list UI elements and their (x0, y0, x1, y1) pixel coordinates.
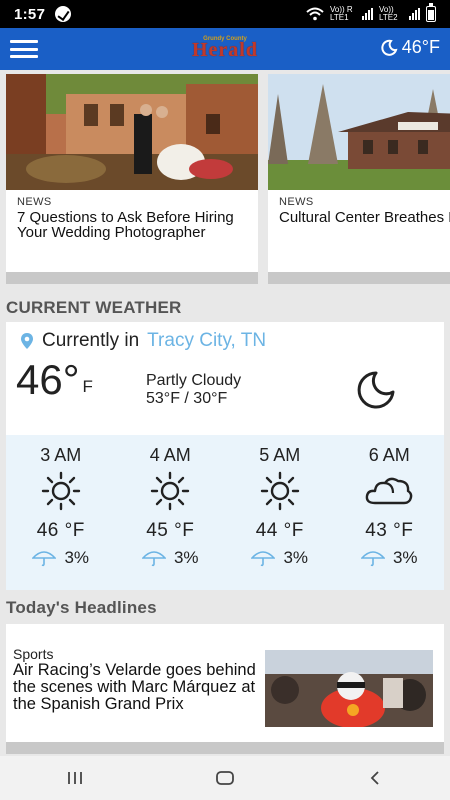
hour-precip-value: 3% (64, 548, 90, 567)
headline-category: Sports (13, 646, 54, 662)
sun-icon (116, 468, 226, 514)
hour-temp: 45 °F (146, 520, 195, 541)
carrier1-label: Vo)) R LTE1 (330, 5, 353, 22)
hour-precip: 3% (116, 548, 226, 568)
hourly-item: 5 AM 44 °F 3% (225, 435, 335, 590)
status-time: 1:57 (14, 5, 46, 23)
location-prefix: Currently in (42, 330, 140, 351)
location-pin-icon (21, 333, 33, 349)
article-card[interactable]: NEWS 7 Questions to Ask Before Hiring Yo… (6, 74, 258, 284)
sun-icon (225, 468, 335, 514)
battery-icon (426, 3, 436, 22)
umbrella-icon (251, 551, 276, 567)
featured-articles: NEWS 7 Questions to Ask Before Hiring Yo… (0, 70, 450, 288)
menu-icon[interactable] (10, 40, 38, 58)
recent-apps-button[interactable] (55, 763, 95, 793)
high-low-text: 53°F / 30°F (146, 390, 228, 407)
hourly-item: 6 AM 43 °F 3% (335, 435, 445, 590)
article-category: NEWS (17, 196, 52, 208)
article-title: 7 Questions to Ask Before Hiring Your We… (17, 209, 234, 241)
headline-image (265, 650, 433, 727)
article-category: NEWS (279, 196, 314, 208)
hour-temp: 44 °F (255, 520, 304, 541)
signal1-icon (362, 8, 373, 20)
umbrella-icon (360, 551, 385, 567)
app-notification-icon (55, 6, 72, 22)
headlines-heading: Today's Headlines (6, 598, 157, 617)
cloud-icon (335, 468, 445, 514)
system-nav-bar (0, 756, 450, 800)
headline-title: Air Racing’s Velarde goes behind the sce… (13, 661, 256, 713)
current-temp: 46° F (16, 356, 93, 404)
headline-card[interactable]: Sports Air Racing’s Velarde goes behind … (6, 624, 444, 754)
status-bar: 1:57 Vo)) R LTE1 Vo)) LTE2 (0, 0, 450, 28)
hour-precip-value: 3% (392, 548, 418, 567)
weather-location: Currently in Tracy City, TN (20, 330, 266, 352)
hour-precip-value: 3% (173, 548, 199, 567)
hour-precip: 3% (6, 548, 116, 568)
hour-precip: 3% (225, 548, 335, 568)
current-condition: Partly Cloudy 53°F / 30°F (146, 372, 241, 408)
header-temp: 46°F (401, 37, 440, 57)
article-image-school (268, 74, 450, 190)
signal2-icon (409, 8, 420, 20)
home-button[interactable] (205, 763, 245, 793)
site-logo[interactable]: Grundy County Herald (180, 32, 270, 66)
hourly-forecast: 3 AM 46 °F 3% 4 AM 45 °F 3% 5 AM 44 °F 3… (6, 435, 444, 590)
current-temp-unit: F (82, 377, 93, 396)
hour-time: 3 AM (40, 445, 82, 465)
moon-icon (357, 371, 395, 409)
logo-title: Herald (192, 39, 258, 61)
hourly-item: 3 AM 46 °F 3% (6, 435, 116, 590)
location-city-link[interactable]: Tracy City, TN (147, 330, 266, 352)
app-header: Grundy County Herald 46°F (0, 28, 450, 70)
umbrella-icon (141, 551, 166, 567)
article-title: Cultural Center Breathes Life into Histo… (279, 209, 450, 226)
hour-time: 5 AM (259, 445, 301, 465)
umbrella-icon (32, 551, 57, 567)
status-icons: Vo)) R LTE1 Vo)) LTE2 (306, 3, 436, 22)
condition-text: Partly Cloudy (146, 372, 242, 389)
hour-time: 4 AM (149, 445, 191, 465)
wifi-icon (306, 7, 324, 21)
hour-temp: 43 °F (365, 520, 414, 541)
article-image-wedding (6, 74, 258, 190)
moon-icon (381, 39, 398, 56)
hour-precip: 3% (335, 548, 445, 568)
hour-time: 6 AM (368, 445, 410, 465)
current-weather-heading: CURRENT WEATHER (6, 298, 182, 317)
current-temp-value: 46° (16, 356, 80, 403)
weather-card[interactable]: Currently in Tracy City, TN 46° F Partly … (6, 322, 444, 590)
hour-precip-value: 3% (283, 548, 309, 567)
back-button[interactable] (355, 763, 395, 793)
header-weather-button[interactable]: 46°F (380, 37, 440, 58)
sun-icon (6, 468, 116, 514)
carrier2-label: Vo)) LTE2 (379, 5, 398, 22)
hour-temp: 46 °F (36, 520, 85, 541)
article-card[interactable]: NEWS Cultural Center Breathes Life into … (268, 74, 450, 284)
hourly-item: 4 AM 45 °F 3% (116, 435, 226, 590)
